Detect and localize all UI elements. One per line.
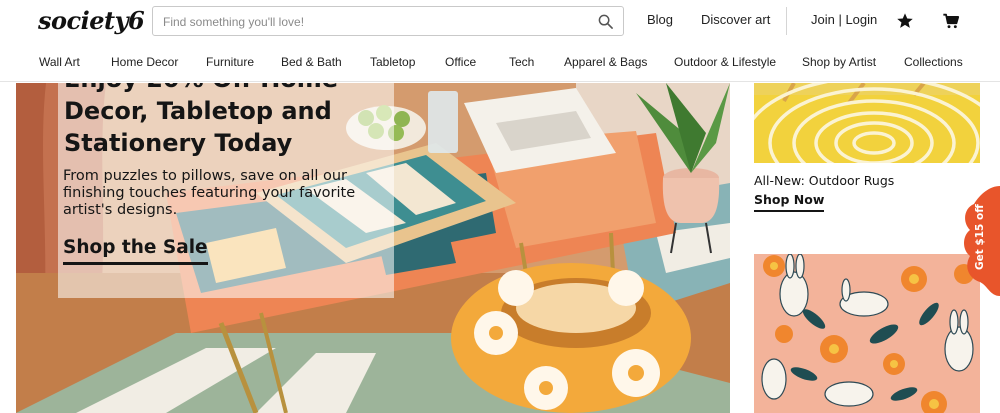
search-icon[interactable] — [598, 14, 613, 29]
nav-item-office[interactable]: Office — [445, 55, 476, 69]
nav-item-tabletop[interactable]: Tabletop — [370, 55, 415, 69]
society6-logo[interactable]: society6 — [38, 6, 145, 35]
header-divider — [786, 7, 787, 35]
outdoor-rugs-label: All-New: Outdoor Rugs — [754, 173, 895, 188]
category-nav: Wall Art Home Decor Furniture Bed & Bath… — [0, 44, 1000, 82]
hero-title-line-2: Decor, Tabletop and — [64, 97, 332, 125]
hero-banner[interactable]: Enjoy 20% Off Home Decor, Tabletop and S… — [16, 83, 730, 413]
hero-title: Enjoy 20% Off Home Decor, Tabletop and S… — [64, 83, 364, 159]
join-login-link[interactable]: Join | Login — [811, 12, 877, 27]
nav-item-apparel-bags[interactable]: Apparel & Bags — [564, 55, 647, 69]
search-input[interactable] — [163, 12, 583, 32]
nav-item-shop-by-artist[interactable]: Shop by Artist — [802, 55, 876, 69]
hero-title-line-3: Stationery Today — [64, 129, 293, 157]
shop-now-link[interactable]: Shop Now — [754, 192, 825, 212]
hero-subtitle: From puzzles to pillows, save on all our… — [63, 168, 356, 218]
outdoor-rug-image[interactable] — [754, 83, 980, 163]
nav-item-furniture[interactable]: Furniture — [206, 55, 254, 69]
nav-item-outdoor-lifestyle[interactable]: Outdoor & Lifestyle — [674, 55, 776, 69]
discover-art-link[interactable]: Discover art — [701, 12, 770, 27]
top-bar: society6 Blog Discover art Join | Login — [0, 0, 1000, 42]
shop-the-sale-link[interactable]: Shop the Sale — [63, 237, 208, 265]
pattern-product-image[interactable] — [754, 254, 980, 413]
nav-item-wall-art[interactable]: Wall Art — [39, 55, 80, 69]
nav-item-tech[interactable]: Tech — [509, 55, 534, 69]
nav-item-home-decor[interactable]: Home Decor — [111, 55, 178, 69]
star-icon[interactable] — [896, 12, 914, 30]
nav-item-collections[interactable]: Collections — [904, 55, 963, 69]
nav-item-bed-bath[interactable]: Bed & Bath — [281, 55, 342, 69]
blog-link[interactable]: Blog — [647, 12, 673, 27]
cart-icon[interactable] — [942, 12, 960, 30]
hero-title-line-1: Enjoy 20% Off Home — [64, 83, 364, 95]
get-15-off-label[interactable]: Get $15 off — [974, 204, 986, 270]
search-box — [152, 6, 624, 36]
